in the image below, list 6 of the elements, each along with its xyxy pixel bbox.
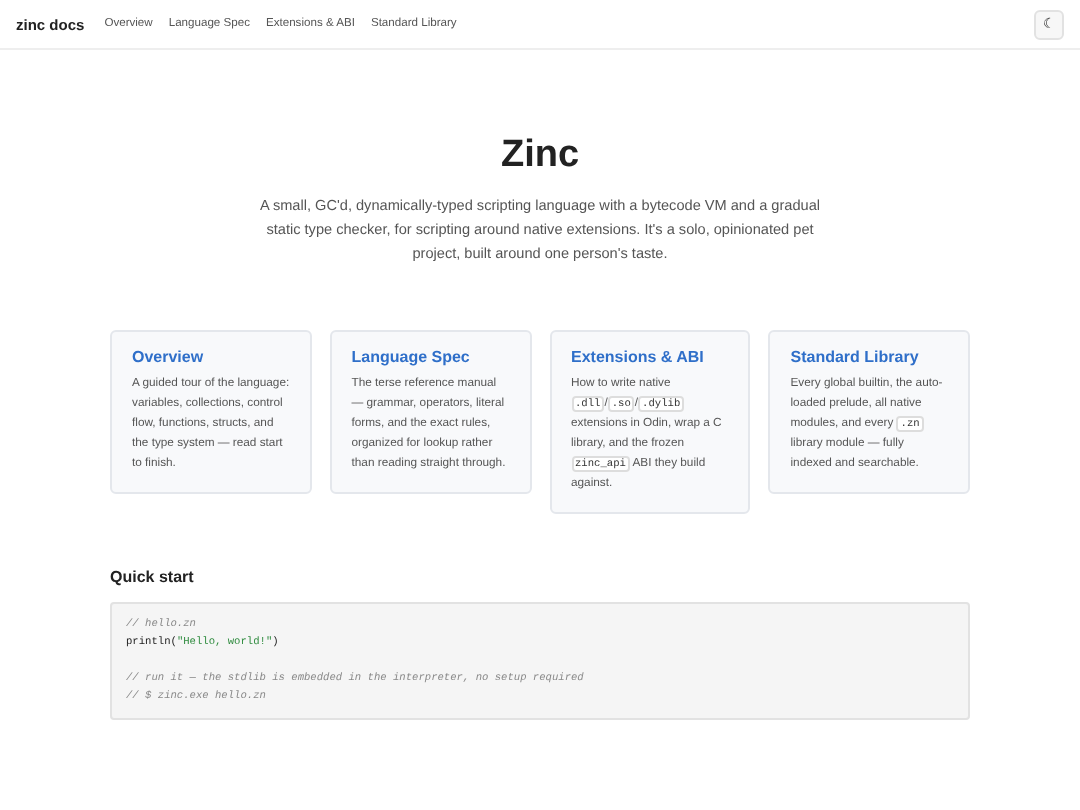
card-title[interactable]: Overview bbox=[132, 348, 290, 366]
section-heading: Quick start bbox=[110, 568, 196, 586]
page-title: Zinc bbox=[498, 134, 582, 178]
card-title[interactable]: Standard Library bbox=[790, 348, 948, 366]
card-title[interactable]: Extensions & ABI bbox=[571, 348, 729, 366]
card-title[interactable]: Language Spec bbox=[351, 348, 509, 366]
